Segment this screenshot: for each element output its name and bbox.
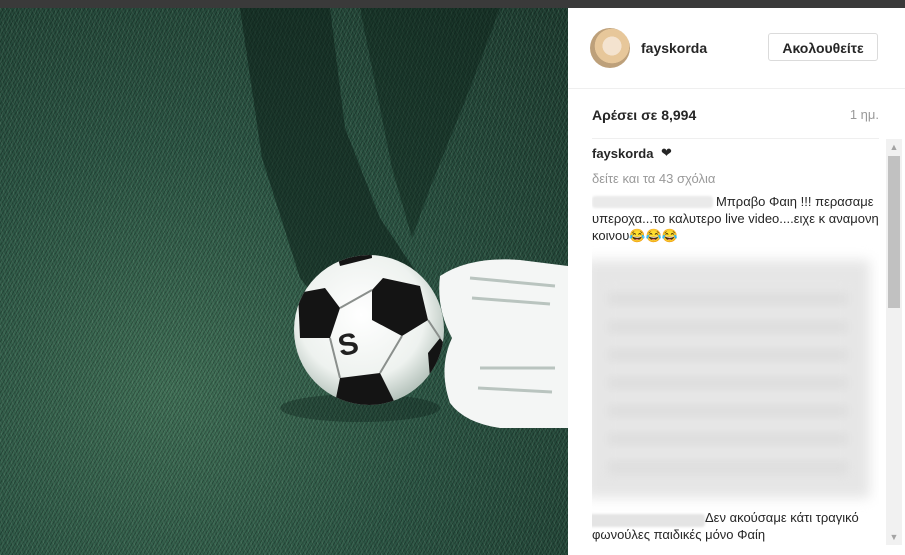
photo-illustration: S xyxy=(240,8,568,428)
heart-emoji-icon: ❤ xyxy=(661,146,672,160)
comment-1: Μπραβο Φαιη !!! περασαμε υπεροχα...το κα… xyxy=(592,193,879,244)
post-side-panel: fayskorda Ακολουθείτε Αρέσει σε 8,994 1 … xyxy=(568,8,905,555)
comment-2-text: Δεν ακούσαμε κάτι τραγικό φωνούλες παιδι… xyxy=(592,510,859,542)
comments-scrollbar[interactable]: ▲ ▼ xyxy=(886,139,902,545)
scrollbar-thumb[interactable] xyxy=(888,156,900,308)
comment-2: Δεν ακούσαμε κάτι τραγικό φωνούλες παιδι… xyxy=(592,509,879,543)
caption-username[interactable]: fayskorda xyxy=(592,146,653,161)
avatar[interactable] xyxy=(590,28,630,68)
scroll-up-arrow-icon[interactable]: ▲ xyxy=(886,139,902,155)
following-button[interactable]: Ακολουθείτε xyxy=(768,33,878,61)
second-shadow xyxy=(360,8,500,238)
likes-count[interactable]: Αρέσει σε 8,994 xyxy=(592,107,696,123)
username-link[interactable]: fayskorda xyxy=(641,40,707,56)
scroll-down-arrow-icon[interactable]: ▼ xyxy=(886,529,902,545)
post-timestamp[interactable]: 1 ημ. xyxy=(850,107,879,122)
view-all-comments-link[interactable]: δείτε και τα 43 σχόλια xyxy=(592,171,715,186)
browser-top-bar xyxy=(0,0,905,8)
post-photo[interactable]: S xyxy=(0,8,568,555)
comment-1-text: Μπραβο Φαιη !!! περασαμε υπεροχα...το κα… xyxy=(592,194,879,243)
post-header: fayskorda Ακολουθείτε xyxy=(568,8,905,89)
comments-list: fayskorda ❤ δείτε και τα 43 σχόλια Μπραβ… xyxy=(592,146,879,548)
divider xyxy=(592,138,879,139)
